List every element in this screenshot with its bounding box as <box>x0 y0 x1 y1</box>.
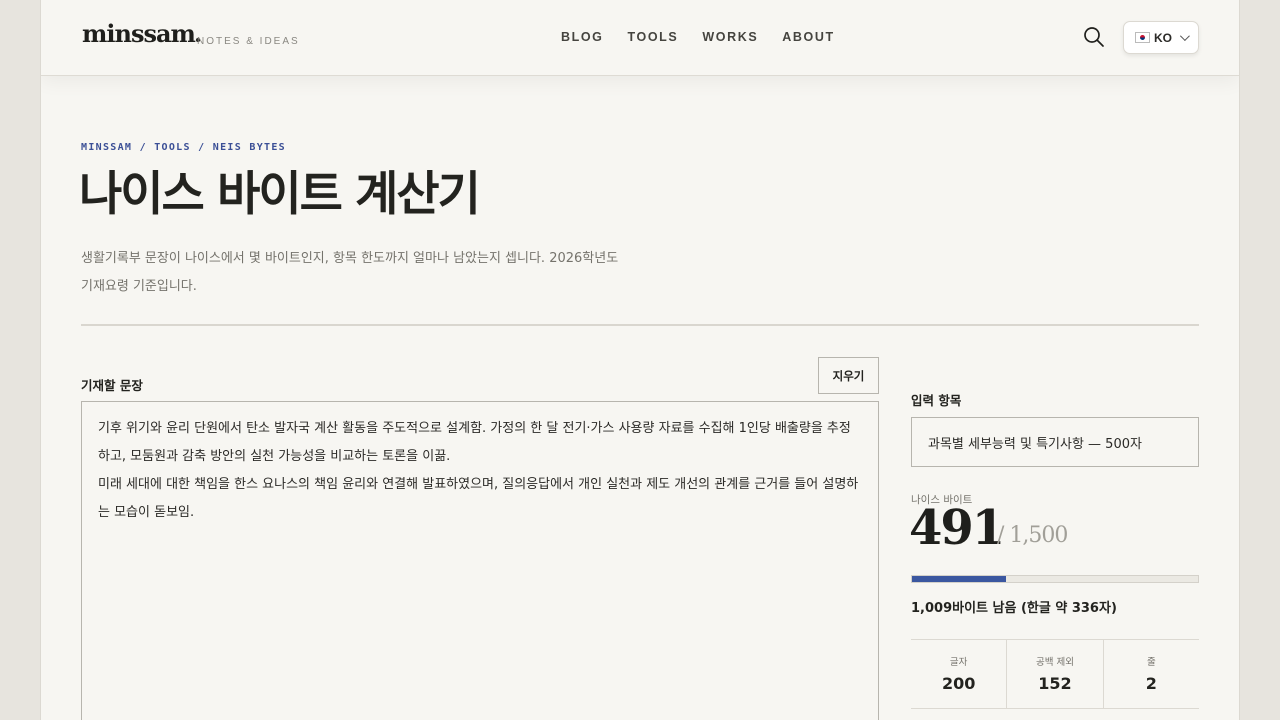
remaining-bytes: 1,009바이트 남음 (한글 약 336자) <box>911 601 1117 616</box>
page-title: 나이스 바이트 계산기 <box>79 167 481 222</box>
tagline: NOTES & IDEAS <box>197 36 300 47</box>
stat-value: 152 <box>1038 674 1072 693</box>
stat-label: 글자 <box>949 657 968 668</box>
stat-label: 줄 <box>1146 657 1156 668</box>
text-input-area[interactable]: 기후 위기와 윤리 단원에서 탄소 발자국 계산 활동을 주도적으로 설계함. … <box>81 401 879 720</box>
stat-value: 2 <box>1145 674 1157 693</box>
korea-flag-icon <box>1135 32 1150 43</box>
editor-paragraph-1: 기후 위기와 윤리 단원에서 탄소 발자국 계산 활동을 주도적으로 설계함. … <box>98 421 851 464</box>
bytes-limit: / 1,500 <box>997 523 1068 548</box>
stat-label: 공백 제외 <box>1036 657 1074 668</box>
main-nav: BLOG TOOLS WORKS ABOUT <box>561 30 859 44</box>
editor-label: 기재할 문장 <box>81 378 143 393</box>
nav-tools[interactable]: TOOLS <box>628 30 679 44</box>
search-button[interactable] <box>1083 26 1105 48</box>
nav-blog[interactable]: BLOG <box>561 30 604 44</box>
stat-no-spaces: 공백 제외 152 <box>1007 640 1104 708</box>
page-intro: 생활기록부 문장이 나이스에서 몇 바이트인지, 항목 한도까지 얼마나 남았는… <box>81 245 641 301</box>
field-label: 입력 항목 <box>911 393 962 408</box>
divider <box>81 324 1199 326</box>
nav-works[interactable]: WORKS <box>702 30 758 44</box>
site-header: minssam NOTES & IDEAS BLOG TOOLS WORKS A… <box>41 0 1239 76</box>
language-selector[interactable]: KO <box>1123 21 1199 54</box>
stat-characters: 글자 200 <box>911 640 1008 708</box>
breadcrumb: MINSSAM / TOOLS / NEIS BYTES <box>81 142 286 153</box>
stats-row: 글자 200 공백 제외 152 줄 2 <box>911 639 1199 709</box>
language-label: KO <box>1154 30 1172 45</box>
intro-line-1: 생활기록부 문장이 나이스에서 몇 바이트인지, 항목 한도까지 얼마나 남았는… <box>81 251 619 266</box>
clear-button[interactable]: 지우기 <box>818 357 879 394</box>
logo[interactable]: minssam <box>82 19 200 48</box>
editor-paragraph-2: 미래 세대에 대한 책임을 한스 요나스의 책임 윤리와 연결해 발표하였으며,… <box>98 477 859 520</box>
bytes-value: 491 <box>909 500 1005 556</box>
stat-lines: 줄 2 <box>1104 640 1199 708</box>
nav-about[interactable]: ABOUT <box>782 30 834 44</box>
stat-value: 200 <box>941 674 976 693</box>
page-frame: minssam NOTES & IDEAS BLOG TOOLS WORKS A… <box>40 0 1240 720</box>
logo-text: minssam <box>82 19 196 48</box>
byte-progress-bar <box>911 575 1199 583</box>
chevron-down-icon <box>1179 31 1190 42</box>
field-select[interactable]: 과목별 세부능력 및 특기사항 — 500자 <box>911 417 1199 467</box>
intro-line-2: 기재요령 기준입니다. <box>81 279 197 294</box>
byte-progress-fill <box>912 576 1006 582</box>
search-icon <box>1084 27 1104 47</box>
